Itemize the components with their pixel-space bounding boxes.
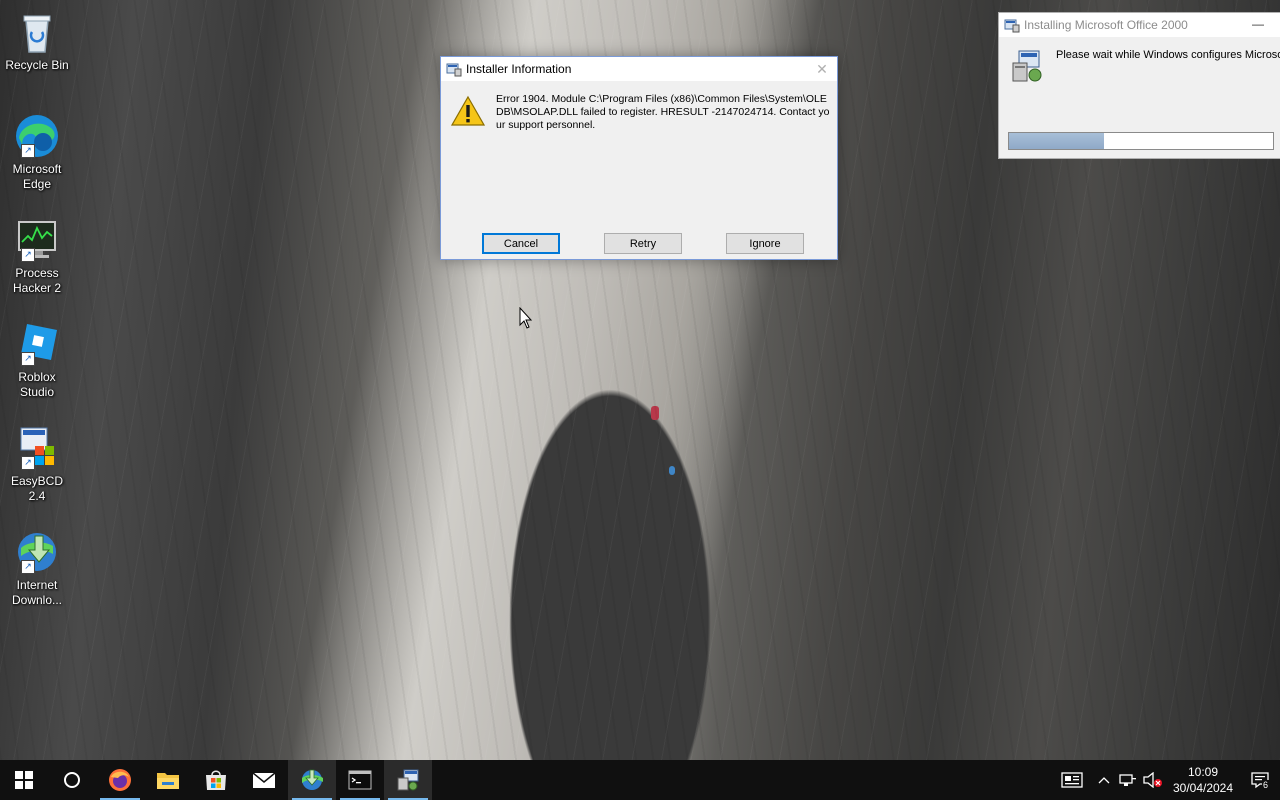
office-status-message: Please wait while Windows configures Mic… [1056,49,1280,61]
office-window-title: Installing Microsoft Office 2000 [1024,18,1188,32]
shortcut-arrow-icon: ↗ [21,352,35,366]
windows-installer-icon [397,769,419,791]
retry-button[interactable]: Retry [604,233,682,254]
command-prompt-icon [348,770,372,790]
clock-date: 30/04/2024 [1172,781,1234,795]
search-button[interactable] [48,760,96,800]
desktop-icon-label: EasyBCD 2.4 [10,474,63,503]
shortcut-arrow-icon: ↗ [21,456,35,470]
shortcut-arrow-icon: ↗ [21,560,35,574]
installer-computer-icon [1012,50,1042,82]
desktop-icon-label: Process Hacker 2 [12,266,62,295]
recycle-bin-icon [13,8,61,56]
roblox-studio-icon: ↗ [13,320,61,368]
desktop-icon-label: Microsoft Edge [12,162,62,191]
shortcut-arrow-icon: ↗ [21,248,35,262]
taskbar-internet-download-manager[interactable] [288,760,336,800]
dialog-titlebar[interactable]: Installer Information ✕ [441,57,837,81]
network-icon [1119,774,1136,786]
desktop-icon-process-hacker[interactable]: ↗ Process Hacker 2 [2,216,72,296]
desktop-icon-roblox-studio[interactable]: ↗ Roblox Studio [2,320,72,400]
warning-icon [451,95,485,126]
dialog-title: Installer Information [466,62,572,76]
system-tray: 10:09 30/04/2024 6 [1052,760,1280,800]
install-progress-bar [1008,132,1274,150]
desktop-icon-label: Internet Downlo... [11,578,63,607]
microsoft-store-icon [206,770,226,790]
progress-fill [1009,133,1105,149]
desktop-icon-recycle-bin[interactable]: Recycle Bin [2,8,72,73]
taskbar-command-prompt[interactable] [336,760,384,800]
chevron-up-icon [1098,777,1110,784]
notification-count-badge: 6 [1262,780,1270,790]
file-explorer-icon [157,773,179,789]
firefox-icon [109,769,131,791]
office-window-titlebar[interactable]: Installing Microsoft Office 2000 — [999,13,1280,37]
desktop-icon-label: Roblox Studio [18,370,56,399]
internet-download-manager-icon [302,769,323,790]
close-icon: ✕ [816,61,828,77]
windows-installer-icon [1004,19,1020,33]
installer-information-dialog[interactable]: Installer Information ✕ Error 1904. Modu… [440,56,838,260]
shortcut-arrow-icon: ↗ [21,144,35,158]
start-button[interactable] [0,760,48,800]
desktop-icon-easybcd[interactable]: ↗ EasyBCD 2.4 [2,424,72,504]
mouse-cursor-icon [519,307,533,329]
action-center-button[interactable]: 6 [1240,760,1280,800]
taskbar-windows-installer[interactable] [384,760,432,800]
windows-installer-icon [446,63,462,77]
taskbar-file-explorer[interactable] [144,760,192,800]
desktop-icon-microsoft-edge[interactable]: ↗ Microsoft Edge [2,112,72,192]
clock-button[interactable]: 10:09 30/04/2024 [1166,760,1240,800]
error-message: Error 1904. Module C:\Program Files (x86… [496,93,830,131]
desktop-icon-label: Recycle Bin [5,58,69,72]
news-widget-icon [1061,772,1083,788]
clock-time: 10:09 [1187,765,1219,779]
process-hacker-icon: ↗ [13,216,61,264]
taskbar: 10:09 30/04/2024 6 [0,760,1280,800]
ignore-button[interactable]: Ignore [726,233,804,254]
minimize-button[interactable]: — [1251,13,1265,37]
windows-start-icon [15,771,33,789]
cancel-button[interactable]: Cancel [482,233,560,254]
taskbar-firefox[interactable] [96,760,144,800]
volume-muted-icon [1143,772,1162,788]
internet-download-manager-icon: ↗ [13,528,61,576]
cortana-search-icon [64,772,80,788]
minimize-icon: — [1252,17,1264,31]
easybcd-icon: ↗ [13,424,61,472]
network-button[interactable] [1116,760,1140,800]
edge-icon: ↗ [13,112,61,160]
climber-figure [651,406,659,420]
office-install-window[interactable]: Installing Microsoft Office 2000 — Pleas… [998,12,1280,159]
mail-icon [252,772,276,788]
news-widget-button[interactable] [1052,760,1092,800]
taskbar-mail[interactable] [240,760,288,800]
desktop-icon-internet-download-manager[interactable]: ↗ Internet Downlo... [2,528,72,608]
show-hidden-icons-button[interactable] [1092,760,1116,800]
volume-button[interactable] [1140,760,1166,800]
close-button[interactable]: ✕ [807,57,837,81]
climber-figure [669,466,675,475]
taskbar-microsoft-store[interactable] [192,760,240,800]
